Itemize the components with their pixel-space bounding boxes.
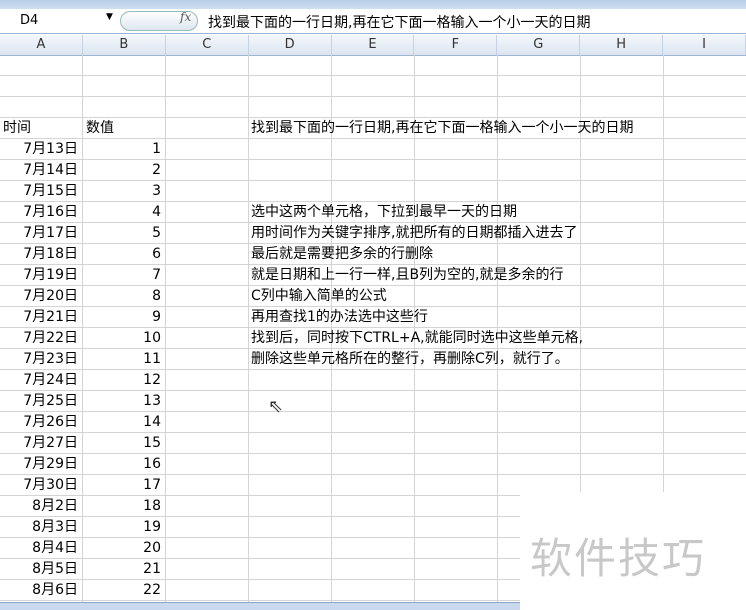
value-cell[interactable]: 7 [83, 265, 161, 286]
date-cell[interactable]: 7月27日 [0, 433, 78, 454]
date-cell[interactable]: 7月21日 [0, 307, 78, 328]
value-cell[interactable]: 19 [83, 517, 161, 538]
date-cell[interactable]: 8月3日 [0, 517, 78, 538]
value-cell[interactable]: 20 [83, 538, 161, 559]
note-cell[interactable]: 删除这些单元格所在的整行，再删除C列，就行了。 [251, 349, 569, 370]
date-cell[interactable]: 7月13日 [0, 139, 78, 160]
date-cell[interactable]: 7月16日 [0, 202, 78, 223]
formula-bar: D4 ▼ fx 找到最下面的一行日期,再在它下面一格输入一个小一天的日期 [0, 9, 746, 34]
note-cell[interactable]: C列中输入简单的公式 [251, 286, 387, 307]
fx-icon[interactable]: fx [180, 10, 191, 24]
date-cell[interactable]: 7月25日 [0, 391, 78, 412]
date-cell[interactable]: 7月30日 [0, 475, 78, 496]
header-cell-value[interactable]: 数值 [86, 118, 114, 139]
date-cell[interactable]: 7月19日 [0, 265, 78, 286]
value-cell[interactable]: 15 [83, 433, 161, 454]
value-cell[interactable]: 14 [83, 412, 161, 433]
date-cell[interactable]: 7月22日 [0, 328, 78, 349]
value-cell[interactable]: 22 [83, 580, 161, 601]
date-cell[interactable]: 7月18日 [0, 244, 78, 265]
value-cell[interactable]: 6 [83, 244, 161, 265]
note-cell-d4[interactable]: 找到最下面的一行日期,再在它下面一格输入一个小一天的日期 [251, 118, 633, 139]
date-cell[interactable]: 7月14日 [0, 160, 78, 181]
column-headers: ABCDEFGHI [0, 35, 746, 56]
date-cell[interactable]: 8月4日 [0, 538, 78, 559]
column-header-i[interactable]: I [663, 35, 746, 55]
date-cell[interactable]: 7月24日 [0, 370, 78, 391]
chevron-down-icon[interactable]: ▼ [106, 12, 113, 22]
date-cell[interactable]: 7月23日 [0, 349, 78, 370]
mouse-cursor-icon: ⇖ [268, 396, 284, 417]
name-box[interactable]: D4 [0, 11, 118, 30]
value-cell[interactable]: 11 [83, 349, 161, 370]
date-cell[interactable]: 8月2日 [0, 496, 78, 517]
value-cell[interactable]: 18 [83, 496, 161, 517]
column-header-a[interactable]: A [0, 35, 83, 55]
note-cell[interactable]: 最后就是需要把多余的行删除 [251, 244, 433, 265]
note-cell[interactable]: 选中这两个单元格，下拉到最早一天的日期 [251, 202, 517, 223]
date-cell[interactable]: 7月20日 [0, 286, 78, 307]
value-cell[interactable]: 8 [83, 286, 161, 307]
value-cell[interactable]: 3 [83, 181, 161, 202]
column-header-g[interactable]: G [497, 35, 581, 55]
note-cell[interactable]: 找到后，同时按下CTRL+A,就能同时选中这些单元格, [251, 328, 583, 349]
value-cell[interactable]: 4 [83, 202, 161, 223]
note-cell[interactable]: 用时间作为关键字排序,就把所有的日期都插入进去了 [251, 223, 577, 244]
header-cell-time[interactable]: 时间 [3, 118, 31, 139]
value-cell[interactable]: 13 [83, 391, 161, 412]
value-cell[interactable]: 1 [83, 139, 161, 160]
value-cell[interactable]: 2 [83, 160, 161, 181]
date-cell[interactable]: 7月17日 [0, 223, 78, 244]
date-cell[interactable]: 7月29日 [0, 454, 78, 475]
date-cell[interactable]: 8月6日 [0, 580, 78, 601]
column-header-b[interactable]: B [83, 35, 166, 55]
date-cell[interactable]: 7月15日 [0, 181, 78, 202]
column-header-c[interactable]: C [166, 35, 249, 55]
watermark: 软件技巧 [530, 534, 707, 583]
column-header-h[interactable]: H [580, 35, 664, 55]
value-cell[interactable]: 10 [83, 328, 161, 349]
date-cell[interactable]: 8月5日 [0, 559, 78, 580]
value-cell[interactable]: 5 [83, 223, 161, 244]
column-header-d[interactable]: D [249, 35, 332, 55]
formula-input[interactable]: 找到最下面的一行日期,再在它下面一格输入一个小一天的日期 [208, 12, 590, 32]
value-cell[interactable]: 12 [83, 370, 161, 391]
date-cell[interactable]: 7月26日 [0, 412, 78, 433]
column-header-e[interactable]: E [332, 35, 415, 55]
column-header-f[interactable]: F [414, 35, 498, 55]
note-cell[interactable]: 就是日期和上一行一样,且B列为空的,就是多余的行 [251, 265, 564, 286]
value-cell[interactable]: 9 [83, 307, 161, 328]
note-cell[interactable]: 再用查找1的办法选中这些行 [251, 307, 428, 328]
value-cell[interactable]: 17 [83, 475, 161, 496]
value-cell[interactable]: 16 [83, 454, 161, 475]
value-cell[interactable]: 21 [83, 559, 161, 580]
